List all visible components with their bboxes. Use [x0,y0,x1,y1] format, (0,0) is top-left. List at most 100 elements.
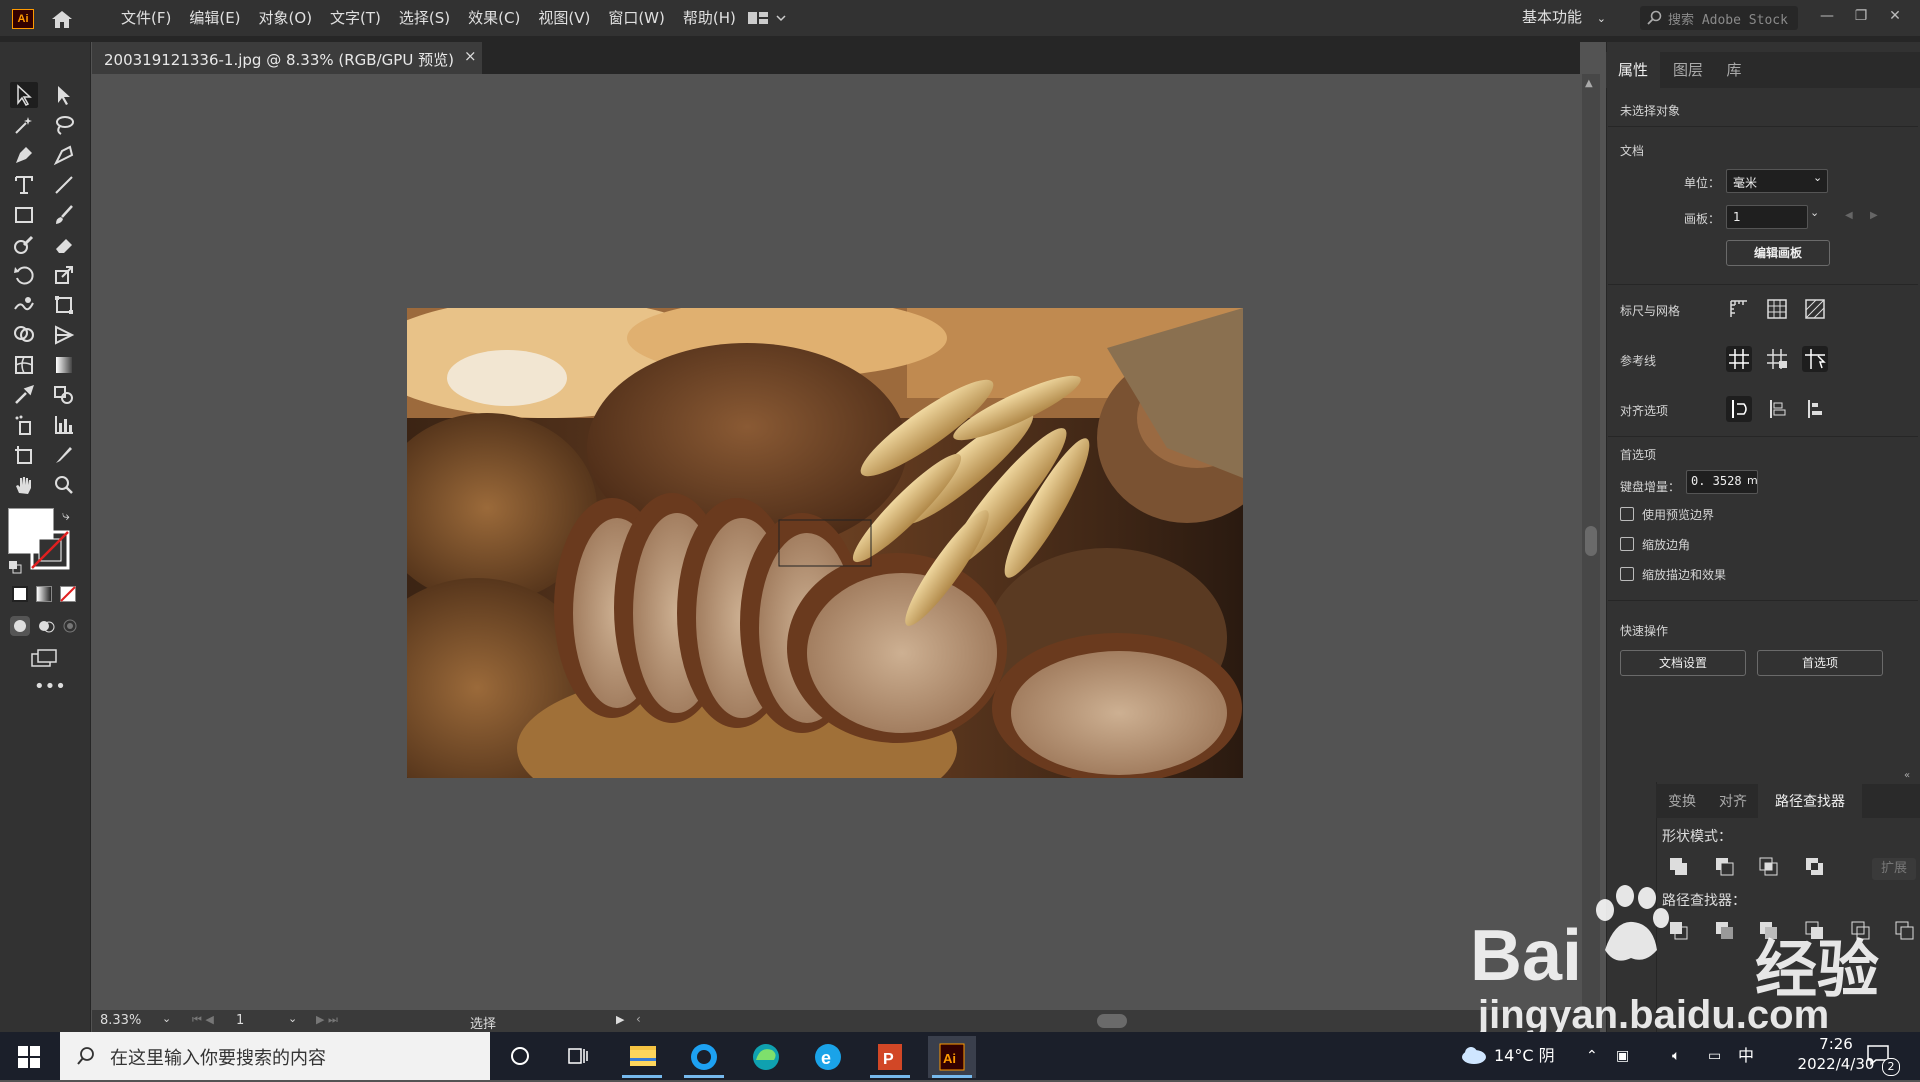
menu-object[interactable]: 对象(O) [250,0,322,36]
hand-tool-icon[interactable] [10,472,38,498]
restore-icon[interactable]: ❐ [1852,8,1870,26]
taskbar-search-input[interactable]: 在这里输入你要搜索的内容 [60,1032,490,1080]
ie-browser-icon[interactable]: e [804,1036,852,1078]
rectangle-tool-icon[interactable] [10,202,38,228]
windows-start-icon[interactable] [18,1046,40,1068]
blend-tool-icon[interactable] [50,382,78,408]
menu-window[interactable]: 窗口(W) [599,0,674,36]
workspace-switcher[interactable]: 基本功能 ⌄ [1522,0,1606,36]
tab-layers[interactable]: 图层 [1662,52,1714,88]
gradient-mode-icon[interactable] [36,586,52,602]
swap-fill-stroke-icon[interactable]: ⤷ [62,508,78,524]
artboard-dropdown-icon[interactable]: ⌄ [1810,206,1819,219]
more-tools-icon[interactable]: ••• [34,678,66,698]
stroke-swatch[interactable] [30,530,70,570]
shaper-tool-icon[interactable] [10,232,38,258]
unit-dropdown[interactable]: 毫米 ⌄ [1726,169,1828,193]
mesh-tool-icon[interactable] [10,352,38,378]
zoom-dropdown-icon[interactable]: ⌄ [162,1012,171,1025]
line-tool-icon[interactable] [50,172,78,198]
perspective-grid-tool-icon[interactable] [50,322,78,348]
magic-wand-tool-icon[interactable] [10,112,38,138]
grid-icon[interactable] [1764,296,1790,322]
eraser-tool-icon[interactable] [50,232,78,258]
eyedropper-tool-icon[interactable] [10,382,38,408]
volume-icon[interactable]: 🔈︎ [1672,1032,1680,1080]
artboard-dropdown-icon[interactable]: ⌄ [288,1012,297,1025]
slice-tool-icon[interactable] [50,442,78,468]
document-tab[interactable]: 200319121336-1.jpg @ 8.33% (RGB/GPU 预览) … [92,42,482,74]
next-artboard-icon[interactable]: ▶ [1870,210,1878,221]
ruler-icon[interactable] [1726,296,1752,322]
minimize-icon[interactable]: — [1818,8,1836,26]
use-preview-bounds-checkbox[interactable] [1620,507,1634,521]
pen-tool-icon[interactable] [10,142,38,168]
task-view-icon[interactable] [566,1044,590,1068]
horizontal-scrollbar-thumb[interactable] [1097,1014,1127,1028]
vertical-scrollbar-thumb[interactable] [1585,526,1597,556]
cortana-icon[interactable] [508,1044,532,1068]
none-mode-icon[interactable] [60,586,76,602]
shape-builder-tool-icon[interactable] [10,322,38,348]
menu-edit[interactable]: 编辑(E) [180,0,249,36]
first-artboard-icon[interactable]: ⏮ ◀ [192,1013,214,1027]
chevron-up-icon[interactable]: ⌃ [1586,1032,1598,1080]
placed-image-bread[interactable] [407,308,1243,778]
menu-help[interactable]: 帮助(H) [674,0,745,36]
selection-tool-icon[interactable] [10,82,38,108]
collapse-panel-icon[interactable]: « [1904,770,1910,781]
lock-guides-icon[interactable] [1764,346,1790,372]
stock-search-input[interactable]: 搜索 Adobe Stock [1640,6,1798,30]
show-guides-icon[interactable] [1726,346,1752,372]
weather-text[interactable]: 14°C 阴 [1494,1032,1555,1080]
draw-inside-icon[interactable] [60,616,80,636]
document-setup-button[interactable]: 文档设置 [1620,650,1746,676]
menu-effect[interactable]: 效果(C) [459,0,529,36]
draw-normal-icon[interactable] [10,616,30,636]
align-stroke-icon[interactable] [1764,396,1790,422]
scale-strokes-effects-checkbox[interactable] [1620,567,1634,581]
status-menu-icon[interactable]: ▶ [616,1013,624,1026]
smart-guides-icon[interactable] [1802,346,1828,372]
tray-monitor-icon[interactable]: ▣ [1616,1032,1629,1080]
powerpoint-icon[interactable]: P [866,1036,914,1078]
artboard-input[interactable]: 1 [1726,205,1808,229]
warp-tool-icon[interactable] [10,292,38,318]
tab-align[interactable]: 对齐 [1710,784,1756,820]
preferences-button[interactable]: 首选项 [1757,650,1883,676]
arrange-documents-icon[interactable] [748,10,788,26]
scale-corners-checkbox[interactable] [1620,537,1634,551]
tab-transform[interactable]: 变换 [1656,784,1708,820]
gradient-tool-icon[interactable] [50,352,78,378]
curvature-tool-icon[interactable] [50,142,78,168]
screen-mode-icon[interactable] [30,648,58,668]
type-tool-icon[interactable] [10,172,38,198]
rotate-tool-icon[interactable] [10,262,38,288]
align-to-pixel-icon[interactable] [1726,396,1752,422]
edit-artboard-button[interactable]: 编辑画板 [1726,240,1830,266]
scale-tool-icon[interactable] [50,262,78,288]
zoom-tool-icon[interactable] [50,472,78,498]
menu-view[interactable]: 视图(V) [529,0,599,36]
color-mode-icon[interactable] [12,586,28,602]
zoom-level[interactable]: 8.33% [100,1013,141,1028]
clock[interactable]: 7:26 2022/4/30 [1796,1034,1876,1074]
default-fill-stroke-icon[interactable] [8,560,22,574]
browser-app-icon[interactable] [680,1036,728,1078]
last-artboard-icon[interactable]: ▶ ⏭ [316,1013,338,1027]
artboard-tool-icon[interactable] [10,442,38,468]
keyboard-increment-input[interactable]: 0. 3528 m [1686,470,1758,494]
previous-artboard-icon[interactable]: ◀ [1845,210,1853,221]
free-transform-tool-icon[interactable] [50,292,78,318]
ime-indicator[interactable]: 中 [1738,1032,1754,1080]
scroll-left-icon[interactable]: ‹ [636,1012,641,1026]
menu-file[interactable]: 文件(F) [112,0,180,36]
lasso-tool-icon[interactable] [50,112,78,138]
edge-icon[interactable] [742,1036,790,1078]
symbol-sprayer-tool-icon[interactable] [10,412,38,438]
menu-type[interactable]: 文字(T) [321,0,390,36]
scroll-up-icon[interactable]: ▲ [1585,78,1593,89]
transparency-grid-icon[interactable] [1802,296,1828,322]
direct-selection-tool-icon[interactable] [50,82,78,108]
illustrator-taskbar-icon[interactable]: Ai [928,1036,976,1078]
